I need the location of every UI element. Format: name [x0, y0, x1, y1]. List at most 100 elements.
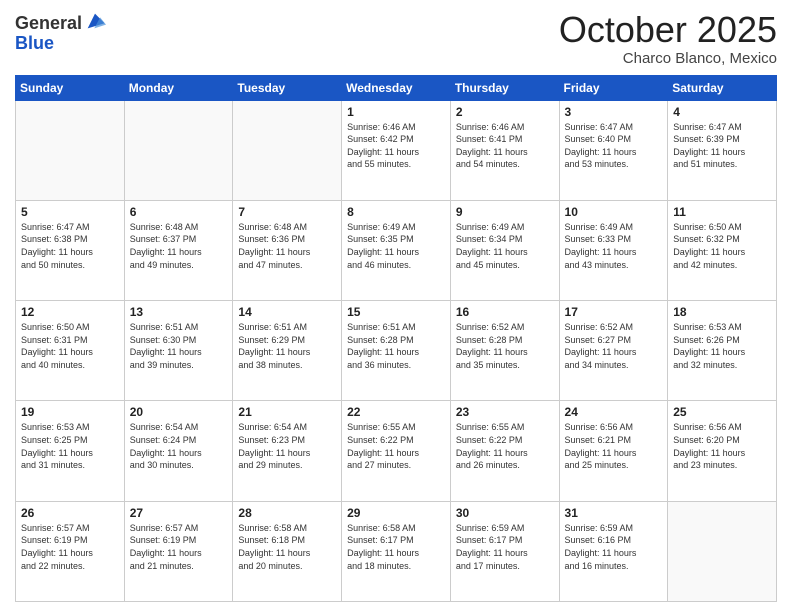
week-row-3: 19 Sunrise: 6:53 AM Sunset: 6:25 PM Dayli…: [16, 401, 777, 501]
day-number: 27: [130, 506, 228, 520]
header-thursday: Thursday: [450, 75, 559, 100]
day-number: 14: [238, 305, 336, 319]
day-info: Sunrise: 6:48 AM Sunset: 6:36 PM Dayligh…: [238, 221, 336, 271]
calendar-cell: 13 Sunrise: 6:51 AM Sunset: 6:30 PM Dayli…: [124, 301, 233, 401]
day-number: 28: [238, 506, 336, 520]
calendar-cell: 19 Sunrise: 6:53 AM Sunset: 6:25 PM Dayli…: [16, 401, 125, 501]
calendar-cell: 11 Sunrise: 6:50 AM Sunset: 6:32 PM Dayli…: [668, 200, 777, 300]
day-number: 20: [130, 405, 228, 419]
day-number: 11: [673, 205, 771, 219]
day-info: Sunrise: 6:51 AM Sunset: 6:30 PM Dayligh…: [130, 321, 228, 371]
day-number: 12: [21, 305, 119, 319]
day-info: Sunrise: 6:51 AM Sunset: 6:29 PM Dayligh…: [238, 321, 336, 371]
day-info: Sunrise: 6:59 AM Sunset: 6:16 PM Dayligh…: [565, 522, 663, 572]
day-number: 31: [565, 506, 663, 520]
day-number: 3: [565, 105, 663, 119]
calendar-cell: 20 Sunrise: 6:54 AM Sunset: 6:24 PM Dayli…: [124, 401, 233, 501]
day-number: 23: [456, 405, 554, 419]
day-info: Sunrise: 6:58 AM Sunset: 6:18 PM Dayligh…: [238, 522, 336, 572]
header-tuesday: Tuesday: [233, 75, 342, 100]
header-wednesday: Wednesday: [342, 75, 451, 100]
day-info: Sunrise: 6:52 AM Sunset: 6:28 PM Dayligh…: [456, 321, 554, 371]
day-info: Sunrise: 6:52 AM Sunset: 6:27 PM Dayligh…: [565, 321, 663, 371]
calendar-cell: 10Sunrise: 6:49 AM Sunset: 6:33 PM Dayli…: [559, 200, 668, 300]
calendar-cell: 22Sunrise: 6:55 AM Sunset: 6:22 PM Dayli…: [342, 401, 451, 501]
day-info: Sunrise: 6:49 AM Sunset: 6:34 PM Dayligh…: [456, 221, 554, 271]
day-number: 7: [238, 205, 336, 219]
day-number: 4: [673, 105, 771, 119]
calendar-cell: 23Sunrise: 6:55 AM Sunset: 6:22 PM Dayli…: [450, 401, 559, 501]
calendar-cell: 2 Sunrise: 6:46 AM Sunset: 6:41 PM Daylig…: [450, 100, 559, 200]
day-info: Sunrise: 6:58 AM Sunset: 6:17 PM Dayligh…: [347, 522, 445, 572]
day-number: 8: [347, 205, 445, 219]
day-number: 9: [456, 205, 554, 219]
day-number: 17: [565, 305, 663, 319]
day-info: Sunrise: 6:48 AM Sunset: 6:37 PM Dayligh…: [130, 221, 228, 271]
day-info: Sunrise: 6:50 AM Sunset: 6:31 PM Dayligh…: [21, 321, 119, 371]
calendar-cell: 3Sunrise: 6:47 AM Sunset: 6:40 PM Daylig…: [559, 100, 668, 200]
calendar-cell: 17 Sunrise: 6:52 AM Sunset: 6:27 PM Dayli…: [559, 301, 668, 401]
day-number: 25: [673, 405, 771, 419]
header: General Blue October 2025 Charco Blanco,…: [15, 10, 777, 67]
calendar-cell: 9 Sunrise: 6:49 AM Sunset: 6:34 PM Daylig…: [450, 200, 559, 300]
calendar-cell: 29Sunrise: 6:58 AM Sunset: 6:17 PM Dayli…: [342, 501, 451, 601]
logo: General Blue: [15, 14, 106, 54]
day-number: 2: [456, 105, 554, 119]
calendar-cell: 5 Sunrise: 6:47 AM Sunset: 6:38 PM Daylig…: [16, 200, 125, 300]
day-info: Sunrise: 6:56 AM Sunset: 6:20 PM Dayligh…: [673, 421, 771, 471]
day-info: Sunrise: 6:54 AM Sunset: 6:24 PM Dayligh…: [130, 421, 228, 471]
day-number: 19: [21, 405, 119, 419]
calendar-cell: 12 Sunrise: 6:50 AM Sunset: 6:31 PM Dayli…: [16, 301, 125, 401]
calendar-cell: 26Sunrise: 6:57 AM Sunset: 6:19 PM Dayli…: [16, 501, 125, 601]
day-info: Sunrise: 6:56 AM Sunset: 6:21 PM Dayligh…: [565, 421, 663, 471]
day-number: 15: [347, 305, 445, 319]
header-friday: Friday: [559, 75, 668, 100]
week-row-2: 12 Sunrise: 6:50 AM Sunset: 6:31 PM Dayli…: [16, 301, 777, 401]
day-number: 22: [347, 405, 445, 419]
week-row-0: 1 Sunrise: 6:46 AM Sunset: 6:42 PM Daylig…: [16, 100, 777, 200]
calendar-cell: [668, 501, 777, 601]
header-monday: Monday: [124, 75, 233, 100]
calendar-cell: 21Sunrise: 6:54 AM Sunset: 6:23 PM Dayli…: [233, 401, 342, 501]
calendar-cell: 4 Sunrise: 6:47 AM Sunset: 6:39 PM Daylig…: [668, 100, 777, 200]
calendar-cell: 31 Sunrise: 6:59 AM Sunset: 6:16 PM Dayli…: [559, 501, 668, 601]
day-info: Sunrise: 6:51 AM Sunset: 6:28 PM Dayligh…: [347, 321, 445, 371]
day-number: 13: [130, 305, 228, 319]
day-number: 24: [565, 405, 663, 419]
day-number: 1: [347, 105, 445, 119]
day-info: Sunrise: 6:46 AM Sunset: 6:42 PM Dayligh…: [347, 121, 445, 171]
day-info: Sunrise: 6:53 AM Sunset: 6:26 PM Dayligh…: [673, 321, 771, 371]
calendar-cell: 1 Sunrise: 6:46 AM Sunset: 6:42 PM Daylig…: [342, 100, 451, 200]
day-number: 6: [130, 205, 228, 219]
calendar-cell: 15 Sunrise: 6:51 AM Sunset: 6:28 PM Dayli…: [342, 301, 451, 401]
day-number: 10: [565, 205, 663, 219]
calendar-cell: 25 Sunrise: 6:56 AM Sunset: 6:20 PM Dayli…: [668, 401, 777, 501]
logo-text: General Blue: [15, 14, 106, 54]
day-info: Sunrise: 6:53 AM Sunset: 6:25 PM Dayligh…: [21, 421, 119, 471]
day-number: 5: [21, 205, 119, 219]
page: General Blue October 2025 Charco Blanco,…: [0, 0, 792, 612]
calendar-cell: 30Sunrise: 6:59 AM Sunset: 6:17 PM Dayli…: [450, 501, 559, 601]
title-area: October 2025 Charco Blanco, Mexico: [559, 10, 777, 67]
day-info: Sunrise: 6:47 AM Sunset: 6:39 PM Dayligh…: [673, 121, 771, 171]
week-row-4: 26 Sunrise: 6:57 AM Sunset: 6:19 PM Dayli…: [16, 501, 777, 601]
header-saturday: Saturday: [668, 75, 777, 100]
calendar-cell: [124, 100, 233, 200]
calendar-cell: [16, 100, 125, 200]
day-info: Sunrise: 6:50 AM Sunset: 6:32 PM Dayligh…: [673, 221, 771, 271]
day-number: 26: [21, 506, 119, 520]
day-info: Sunrise: 6:46 AM Sunset: 6:41 PM Dayligh…: [456, 121, 554, 171]
calendar-cell: 28 Sunrise: 6:58 AM Sunset: 6:18 PM Dayli…: [233, 501, 342, 601]
calendar-cell: 14 Sunrise: 6:51 AM Sunset: 6:29 PM Dayli…: [233, 301, 342, 401]
logo-blue: Blue: [15, 34, 106, 54]
logo-icon: [84, 10, 106, 32]
calendar-cell: 18Sunrise: 6:53 AM Sunset: 6:26 PM Dayli…: [668, 301, 777, 401]
day-info: Sunrise: 6:59 AM Sunset: 6:17 PM Dayligh…: [456, 522, 554, 572]
day-info: Sunrise: 6:47 AM Sunset: 6:38 PM Dayligh…: [21, 221, 119, 271]
calendar-cell: 7 Sunrise: 6:48 AM Sunset: 6:36 PM Daylig…: [233, 200, 342, 300]
week-row-1: 5 Sunrise: 6:47 AM Sunset: 6:38 PM Daylig…: [16, 200, 777, 300]
logo-general: General: [15, 14, 82, 34]
calendar-cell: 16Sunrise: 6:52 AM Sunset: 6:28 PM Dayli…: [450, 301, 559, 401]
day-info: Sunrise: 6:57 AM Sunset: 6:19 PM Dayligh…: [130, 522, 228, 572]
day-number: 21: [238, 405, 336, 419]
